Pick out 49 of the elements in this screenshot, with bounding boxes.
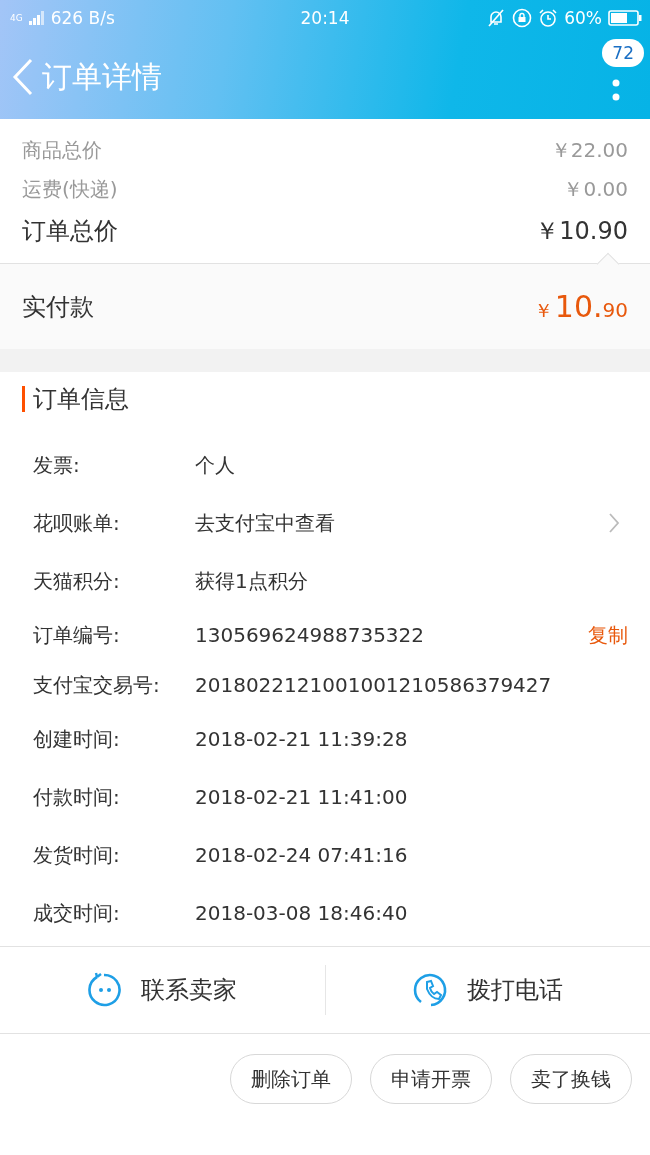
field-label: 付款时间: [33, 783, 121, 811]
field-label: 花呗账单: [33, 509, 121, 537]
price-value: ￥0.00 [563, 176, 628, 203]
field-value: 2018-02-24 07:41:16 [195, 843, 409, 867]
smiley-chat-icon [87, 972, 124, 1008]
field-value: 个人 [195, 451, 236, 479]
price-label: 商品总价 [22, 137, 102, 164]
page-title: 订单详情 [42, 57, 162, 96]
network-label: 4G [10, 12, 23, 23]
copy-link[interactable]: 复制 [588, 621, 628, 649]
chevron-right-icon [608, 512, 620, 534]
phone-icon [412, 972, 449, 1008]
battery-icon [608, 8, 642, 27]
clock-time: 20:14 [300, 7, 350, 28]
message-count-badge: 72 [602, 39, 644, 67]
action-button[interactable]: 卖了换钱 [510, 1054, 632, 1104]
field-label: 发票: [33, 451, 81, 479]
price-value: ￥10.90 [535, 216, 628, 247]
rotation-lock-icon [512, 7, 533, 28]
action-button[interactable]: 删除订单 [230, 1054, 352, 1104]
field-label: 成交时间: [33, 899, 121, 927]
battery-percent: 60% [564, 7, 602, 28]
field-label: 订单编号: [33, 621, 121, 649]
price-label: 运费(快递) [22, 176, 118, 203]
field-value: 去支付宝中查看 [195, 509, 336, 537]
field-label: 支付宝交易号: [33, 671, 161, 699]
field-value: 2018022121001001210586379427 [195, 673, 553, 697]
field-value: 130569624988735322 [195, 623, 426, 647]
signal-icon [28, 10, 45, 25]
action-button[interactable]: 申请开票 [370, 1054, 492, 1104]
field-value: 2018-02-21 11:41:00 [195, 785, 409, 809]
contact-seller-button[interactable]: 联系卖家 [0, 947, 325, 1033]
field-label: 天猫积分: [33, 567, 121, 595]
price-value: ￥22.00 [550, 137, 628, 164]
call-button[interactable]: 拨打电话 [324, 965, 650, 1015]
paid-label: 实付款 [22, 291, 94, 323]
back-button[interactable] [12, 58, 34, 96]
field-value: 2018-03-08 18:46:40 [195, 901, 409, 925]
section-title: 订单信息 [22, 386, 628, 412]
muted-bell-icon [486, 7, 507, 28]
network-speed: 626 B/s [50, 7, 115, 28]
alarm-clock-icon [538, 7, 559, 28]
field-value: 获得1点积分 [195, 567, 309, 595]
paid-amount: ￥10.90 [533, 289, 628, 324]
field-value: 2018-02-21 11:39:28 [195, 727, 409, 751]
price-label: 订单总价 [22, 216, 118, 247]
field-label: 发货时间: [33, 841, 121, 869]
field-label: 创建时间: [33, 725, 121, 753]
more-dots-icon [612, 79, 620, 101]
